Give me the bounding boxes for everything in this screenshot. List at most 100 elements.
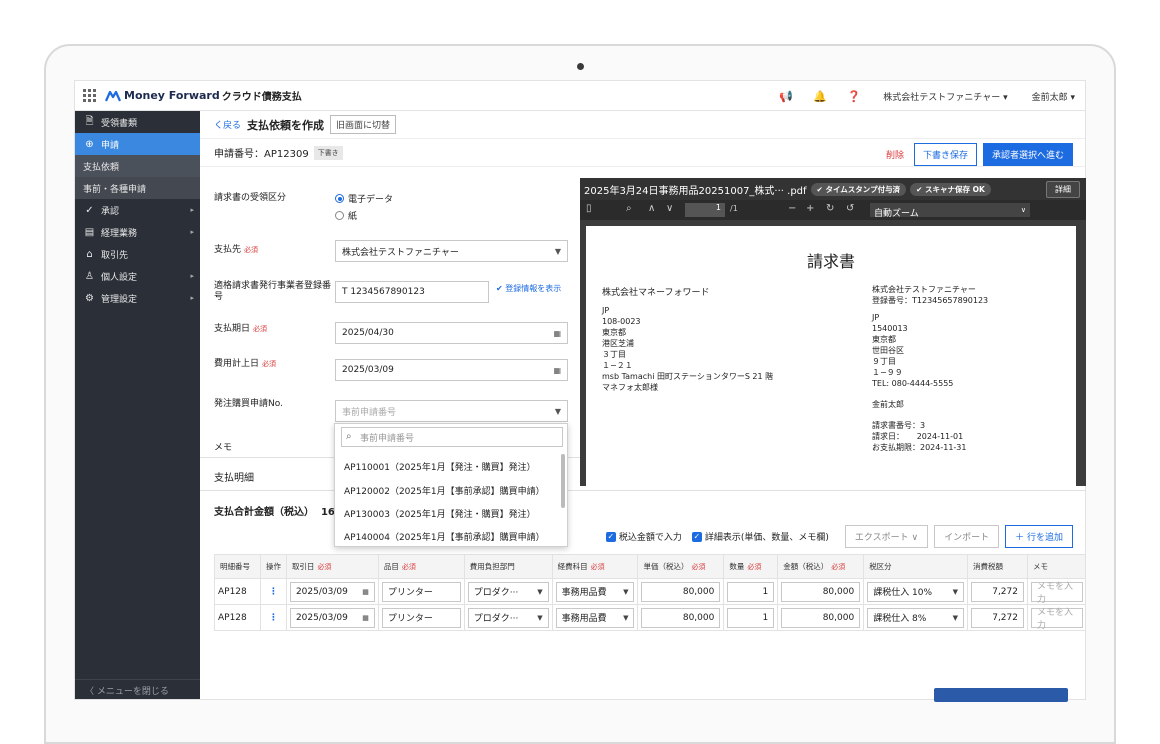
show-registration-link[interactable]: ✔ 登録情報を表示 — [496, 283, 561, 294]
next-page-icon[interactable]: ∨ — [666, 203, 673, 214]
memo-input[interactable]: メモを入力 — [1030, 607, 1083, 631]
quantity-input[interactable]: 1 — [727, 607, 775, 628]
user-menu[interactable]: 金前太郎 ▾ — [1032, 90, 1075, 103]
application-number-bar: 申請番号：AP12309 下書き 削除 下書き保存 承認者選択へ進む — [200, 139, 1085, 167]
pdf-detail-button[interactable]: 詳細 — [1046, 181, 1080, 198]
item-input[interactable]: プリンター — [381, 581, 461, 602]
check-circle-icon: ✓ — [85, 204, 94, 216]
tax-included-checkbox[interactable]: ✓ 税込金額で入力 — [605, 530, 682, 543]
megaphone-icon[interactable]: 📢 — [775, 90, 797, 103]
zoom-in-icon[interactable]: + — [806, 203, 814, 214]
sidebar-item-payment-request[interactable]: 支払依頼 — [75, 155, 200, 177]
department-select[interactable]: プロダク··· ▼ — [467, 607, 549, 628]
sidebar: 🗎 受領書類 ⊕ 申請 支払依頼 事前・各種申請 ✓ 承認 ▸ ▤ 経理業務 ▸ ⌂ 取引先 … — [75, 111, 200, 699]
collapse-menu-button[interactable]: 〈 メニューを閉じる — [75, 679, 200, 699]
cost-date-row: 費用計上日 必須 2025/03/09 ▦ — [214, 359, 570, 383]
export-button[interactable]: エクスポート ∨ — [844, 525, 929, 548]
add-row-button[interactable]: ＋ 行を追加 — [1005, 525, 1073, 548]
brand-name: Money Forward — [124, 89, 220, 102]
show-details-checkbox[interactable]: ✓ 詳細表示(単価、数量、メモ欄) — [691, 530, 829, 543]
sidebar-item-accounting[interactable]: ▤ 経理業務 ▸ — [75, 221, 200, 243]
sidebar-item-apply[interactable]: ⊕ 申請 — [75, 133, 200, 155]
help-icon[interactable]: ❓ — [843, 90, 865, 103]
app-grid-icon[interactable] — [83, 88, 97, 103]
chevron-left-icon: 〈 — [85, 687, 97, 697]
amount-input[interactable]: 80,000 — [781, 607, 861, 628]
switch-old-ui-button[interactable]: 旧画面に切替 — [330, 115, 397, 134]
caret-down-icon: ▼ — [554, 246, 561, 256]
item-input[interactable]: プリンター — [381, 607, 461, 628]
po-number-select[interactable]: 事前申請番号 ▼ — [335, 400, 568, 422]
rotate-back-icon[interactable]: ↺ — [846, 203, 854, 214]
due-date-input[interactable]: 2025/04/30 ▦ — [335, 322, 568, 344]
dropdown-search-input[interactable]: ⌕ 事前申請番号 — [341, 427, 563, 447]
col-item: 品目 必須 — [377, 554, 465, 579]
pdf-filename: 2025年3月24日事務用品20251007_株式··· .pdf — [584, 185, 807, 197]
sidebar-item-personal-settings[interactable]: ♙ 個人設定 ▸ — [75, 265, 200, 287]
account-select[interactable]: 事務用品費 ▼ — [555, 607, 635, 628]
dropdown-option[interactable]: AP110001（2025年1月【発注・購買】発注） — [344, 460, 536, 473]
unit-price-input[interactable]: 80,000 — [641, 607, 721, 628]
pdf-viewer: 2025年3月24日事務用品20251007_株式··· .pdf ✔ タイムス… — [580, 178, 1086, 486]
date-input[interactable]: 2025/03/09 ▦ — [289, 607, 375, 628]
sidebar-item-admin-settings[interactable]: ⚙ 管理設定 ▸ — [75, 287, 200, 309]
chevron-right-icon: ▸ — [190, 272, 194, 280]
date-input[interactable]: 2025/03/09 ▦ — [289, 581, 375, 602]
dropdown-option[interactable]: AP130003（2025年1月【発注・購買】発注） — [344, 507, 536, 520]
more-actions-icon[interactable]: ⋮ — [259, 604, 287, 631]
line-no-cell: AP128 — [214, 578, 261, 605]
chevron-right-icon: ▸ — [190, 206, 194, 214]
sidebar-toggle-icon[interactable]: ▯ — [586, 203, 592, 214]
radio-electronic[interactable]: 電子データ — [335, 192, 393, 205]
quantity-input[interactable]: 1 — [727, 581, 775, 602]
tax-type-select[interactable]: 課税仕入 8% ▼ — [867, 607, 965, 628]
page-title: 支払依頼を作成 — [247, 118, 325, 132]
account-select[interactable]: 事務用品費 ▼ — [555, 581, 635, 602]
floating-banner[interactable] — [934, 688, 1068, 702]
page-number-input[interactable]: 1 — [685, 203, 725, 217]
search-icon[interactable]: ⌕ — [626, 203, 632, 214]
dropdown-scrollbar[interactable] — [561, 454, 565, 508]
timestamp-badge: ✔ タイムスタンプ付与済 — [810, 182, 907, 196]
radio-empty-icon — [335, 211, 344, 220]
logo[interactable]: Money Forward クラウド債務支払 — [105, 88, 302, 103]
sidebar-item-approval[interactable]: ✓ 承認 ▸ — [75, 199, 200, 221]
person-icon: ♙ — [85, 270, 94, 282]
bell-icon[interactable]: 🔔 — [809, 90, 831, 103]
delete-button[interactable]: 削除 — [886, 148, 904, 161]
zoom-out-icon[interactable]: − — [788, 203, 796, 214]
amount-input[interactable]: 80,000 — [781, 581, 861, 602]
unit-price-input[interactable]: 80,000 — [641, 581, 721, 602]
dropdown-option[interactable]: AP120002（2025年1月【事前承認】購買申請） — [344, 484, 545, 497]
back-link[interactable]: く戻る — [214, 118, 241, 131]
col-actions: 操作 — [259, 554, 287, 579]
payee-select[interactable]: 株式会社テストファニチャー ▼ — [335, 240, 568, 262]
rotate-icon[interactable]: ↻ — [826, 203, 834, 214]
pdf-toolbar: ▯ ⌕ ∧ ∨ 1 /1 − + ↻ ↺ 自動ズーム ∨ — [580, 200, 1086, 220]
zoom-select[interactable]: 自動ズーム ∨ — [870, 203, 1030, 219]
sidebar-item-partners[interactable]: ⌂ 取引先 — [75, 243, 200, 265]
cost-date-input[interactable]: 2025/03/09 ▦ — [335, 359, 568, 381]
sidebar-item-received-docs[interactable]: 🗎 受領書類 — [75, 111, 200, 133]
tax-amount-input[interactable]: 7,272 — [971, 581, 1024, 602]
memo-input[interactable]: メモを入力 — [1030, 581, 1083, 605]
calendar-icon: ▦ — [362, 587, 369, 596]
cost-date-label: 費用計上日 必須 — [214, 359, 277, 369]
tax-amount-input[interactable]: 7,272 — [971, 607, 1024, 628]
registration-input[interactable]: T 1234567890123 — [335, 281, 489, 303]
chevron-right-icon: ▸ — [190, 294, 194, 302]
col-tax-type: 税区分 — [863, 554, 969, 579]
company-selector[interactable]: 株式会社テストファニチャー ▾ — [883, 90, 1007, 103]
prev-page-icon[interactable]: ∧ — [648, 203, 655, 214]
more-actions-icon[interactable]: ⋮ — [259, 578, 287, 605]
proceed-approver-button[interactable]: 承認者選択へ進む — [982, 143, 1073, 166]
import-button[interactable]: インポート — [934, 525, 1000, 548]
radio-paper[interactable]: 紙 — [335, 209, 393, 222]
dropdown-option[interactable]: AP140004（2025年1月【事前承認】購買申請） — [344, 530, 545, 543]
caret-down-icon: ▼ — [623, 587, 629, 596]
caret-down-icon: ▼ — [623, 613, 629, 622]
tax-type-select[interactable]: 課税仕入 10% ▼ — [867, 581, 965, 602]
department-select[interactable]: プロダク··· ▼ — [467, 581, 549, 602]
save-draft-button[interactable]: 下書き保存 — [913, 143, 977, 166]
sidebar-item-pre-application[interactable]: 事前・各種申請 — [75, 177, 200, 199]
